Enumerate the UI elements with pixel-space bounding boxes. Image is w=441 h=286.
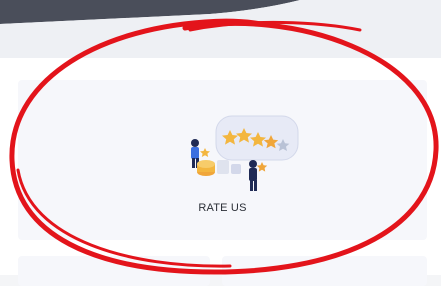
bottom-card-left[interactable]: [18, 256, 210, 286]
rating-stars-icon: [191, 115, 299, 191]
rate-us-label: RATE US: [198, 202, 247, 214]
header-shadow: [0, 0, 441, 58]
bottom-card-right[interactable]: [222, 256, 427, 286]
rate-us-card[interactable]: RATE US: [18, 80, 427, 240]
